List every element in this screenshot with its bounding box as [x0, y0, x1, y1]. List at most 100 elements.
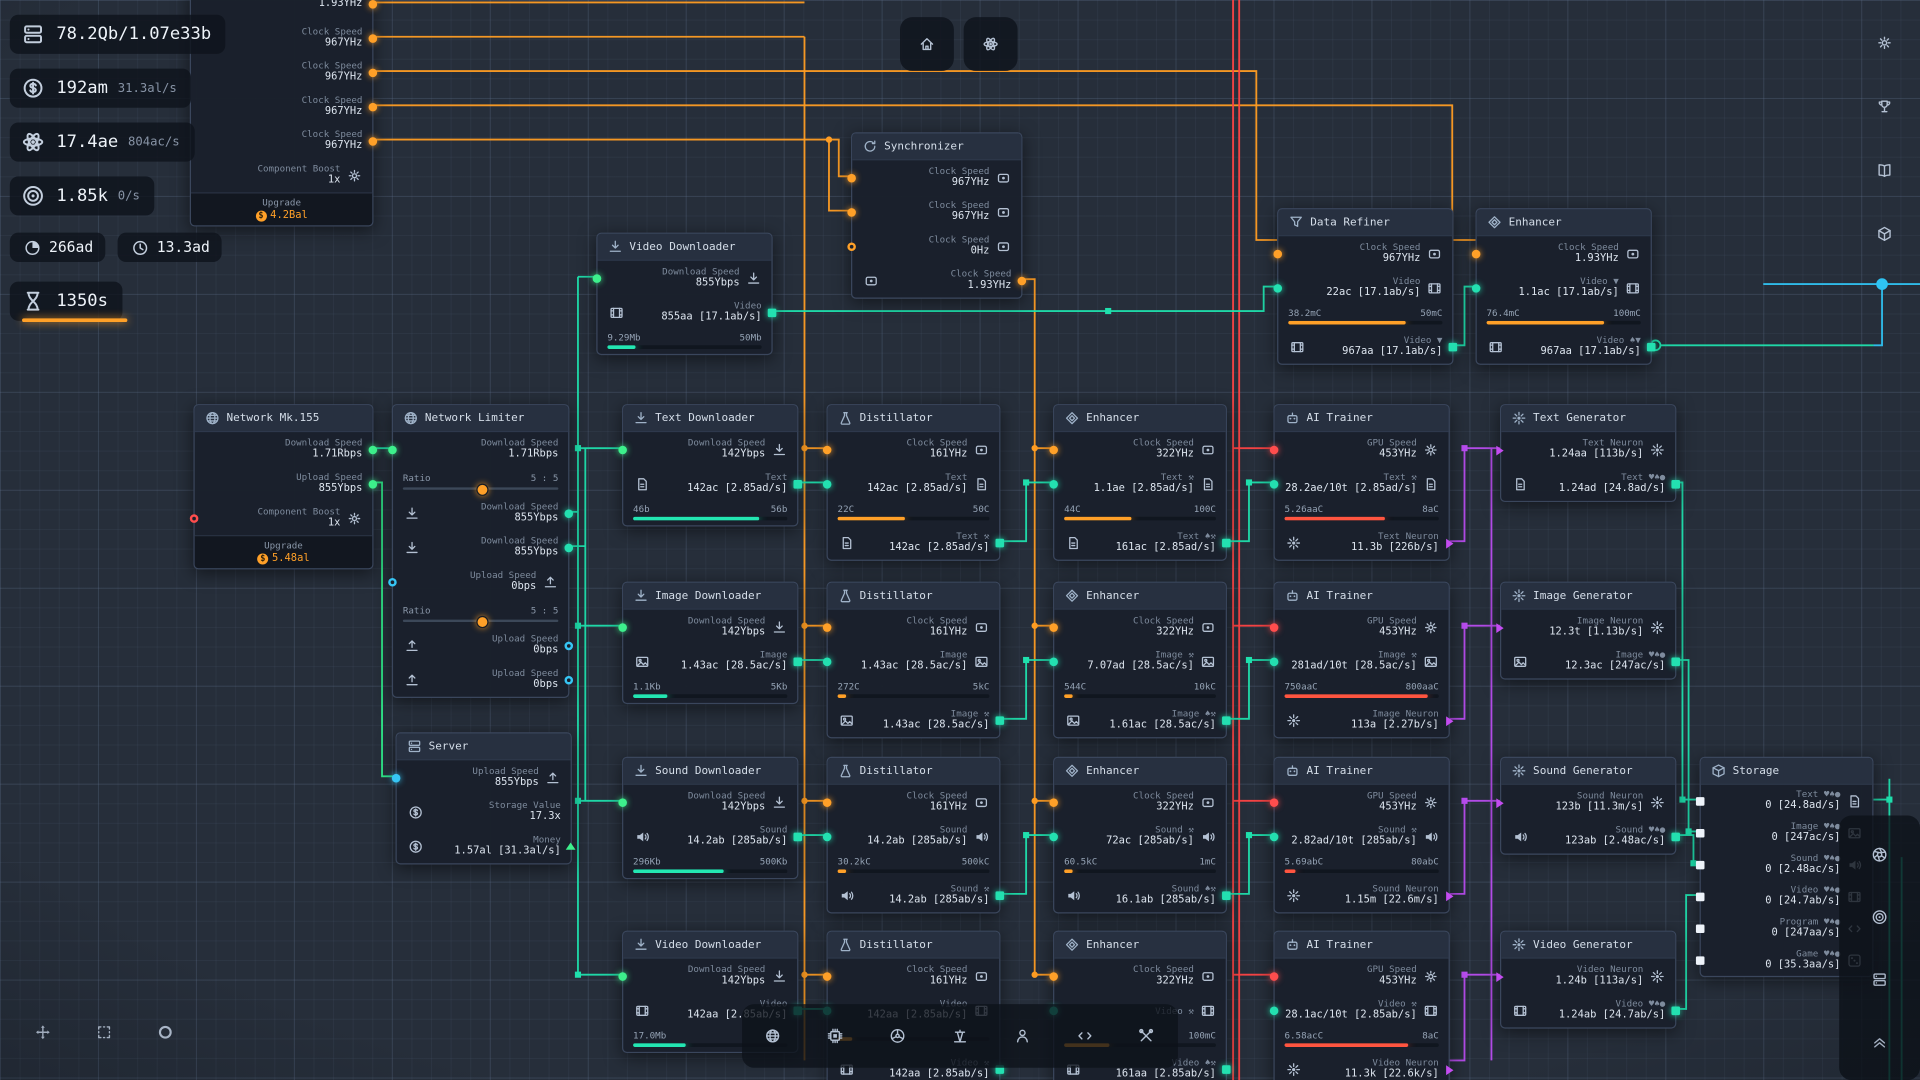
row-download-speed[interactable]: Download Speed1.71Rbps	[195, 432, 373, 466]
row-download-speed[interactable]: Download Speed855Ybps	[598, 261, 772, 295]
port-g[interactable]	[618, 623, 627, 632]
row-upload-speed[interactable]: Upload Speed0bps	[393, 662, 568, 696]
gear-icon[interactable]	[1422, 967, 1439, 984]
row-text[interactable]: Text ♥♠●1.24ad [24.8ad/s]	[1501, 467, 1675, 501]
port-t[interactable]	[1270, 1006, 1279, 1015]
node-enhancer[interactable]: EnhancerClock Speed322YHzText ⚒1.1ae [2.…	[1053, 404, 1227, 561]
row-image[interactable]: Image ⚒7.07ad [28.5ac/s]	[1054, 644, 1225, 678]
port-w[interactable]	[1696, 828, 1705, 837]
row-money[interactable]: Money1.57al [31.3al/s]	[397, 829, 571, 863]
port-o[interactable]	[1049, 445, 1058, 454]
button-icon[interactable]	[994, 169, 1011, 186]
port-t[interactable]	[564, 509, 573, 518]
row-clock-speed[interactable]: Clock Speed1.93YHz	[852, 263, 1021, 297]
port-r[interactable]	[1270, 623, 1279, 632]
port-o[interactable]	[369, 0, 378, 8]
port-tsq[interactable]	[1671, 657, 1680, 666]
port-ptri[interactable]	[1496, 623, 1503, 633]
port-ro[interactable]	[190, 514, 199, 523]
row-sound-neuron[interactable]: Sound Neuron123b [11.3m/s]	[1501, 785, 1675, 819]
port-tsq[interactable]	[1222, 716, 1231, 725]
row-download-speed[interactable]: Download Speed855Ybps	[393, 496, 568, 530]
row-sound[interactable]: Sound ⚒2.82ad/10t [285ab/s]	[1275, 819, 1449, 853]
port-o[interactable]	[1049, 798, 1058, 807]
row-text[interactable]: Text ⚒1.1ae [2.85ad/s]	[1054, 467, 1225, 501]
port-co[interactable]	[388, 577, 397, 586]
row-image[interactable]: Image1.43ac [28.5ac/s]	[623, 644, 797, 678]
port-tsq[interactable]	[1449, 342, 1458, 351]
node-enhancer[interactable]: EnhancerClock Speed322YHzSound ⚒72ac [28…	[1053, 757, 1227, 914]
port-t[interactable]	[1273, 283, 1282, 292]
row-text-neuron[interactable]: Text Neuron1.24aa [113b/s]	[1501, 432, 1675, 466]
row-video-neuron[interactable]: Video Neuron1.24b [113a/s]	[1501, 959, 1675, 993]
port-o[interactable]	[823, 445, 832, 454]
node-server[interactable]: ServerUpload Speed855YbpsStorage Value17…	[396, 732, 572, 864]
row-sound[interactable]: Sound14.2ab [285ab/s]	[828, 819, 999, 853]
port-tsq[interactable]	[996, 891, 1005, 900]
node-sound-generator[interactable]: Sound GeneratorSound Neuron123b [11.3m/s…	[1500, 757, 1676, 855]
badge-pie[interactable]: 266ad	[10, 233, 106, 262]
port-t[interactable]	[1049, 832, 1058, 841]
code-dock-button[interactable]	[1066, 1018, 1103, 1055]
button-icon[interactable]	[1425, 245, 1442, 262]
ratio-slider[interactable]: Ratio5 : 5	[393, 467, 568, 496]
button-icon[interactable]	[1199, 967, 1216, 984]
row-storage-value[interactable]: Storage Value17.3x	[397, 795, 571, 829]
port-t[interactable]	[1270, 657, 1279, 666]
port-g[interactable]	[369, 445, 378, 454]
port-g[interactable]	[593, 274, 602, 283]
row-video[interactable]: Video855aa [17.1ab/s]	[598, 295, 772, 329]
button-icon[interactable]	[972, 793, 989, 810]
port-tsq[interactable]	[793, 832, 802, 841]
port-g[interactable]	[388, 445, 397, 454]
marquee-tool-button[interactable]	[81, 1009, 128, 1056]
row-sound[interactable]: Sound ⚒72ac [285ab/s]	[1054, 819, 1225, 853]
port-o[interactable]	[847, 208, 856, 217]
ratio-slider[interactable]: Ratio5 : 5	[393, 599, 568, 628]
node-image-generator[interactable]: Image GeneratorImage Neuron12.3t [1.13b/…	[1500, 582, 1676, 680]
node-enhancer[interactable]: EnhancerClock Speed322YHzImage ⚒7.07ad […	[1053, 582, 1227, 739]
row-clock-speed[interactable]: Clock Speed1.93YHz	[1477, 236, 1651, 270]
node-ai-trainer[interactable]: AI TrainerGPU Speed453YHzSound ⚒2.82ad/1…	[1273, 757, 1449, 914]
pump-dock-button[interactable]	[942, 1018, 979, 1055]
node-data-refiner[interactable]: Data RefinerClock Speed967YHzVideo22ac […	[1277, 208, 1453, 365]
row-image-neuron[interactable]: Image Neuron12.3t [1.13b/s]	[1501, 610, 1675, 644]
port-ptri[interactable]	[1446, 1065, 1453, 1075]
row-text[interactable]: Text ⚒142ac [2.85ad/s]	[828, 525, 999, 559]
port-c[interactable]	[392, 773, 401, 782]
row-clock-speed[interactable]: Clock Speed967YHz	[191, 89, 372, 123]
gear-icon[interactable]	[1422, 441, 1439, 458]
port-tsq[interactable]	[793, 657, 802, 666]
port-ptri[interactable]	[1446, 538, 1453, 548]
port-r[interactable]	[1270, 798, 1279, 807]
node-distillator[interactable]: DistillatorClock Speed161YHzImage1.43ac …	[827, 582, 1001, 739]
chevrons-button[interactable]	[1861, 1023, 1898, 1060]
scientist-dock-button[interactable]	[1004, 1018, 1041, 1055]
row-clock-speed[interactable]: Clock Speed967YHz	[852, 160, 1021, 194]
row-clock-speed[interactable]: Clock Speed161YHz	[828, 610, 999, 644]
port-w[interactable]	[1696, 924, 1705, 933]
port-o[interactable]	[1273, 249, 1282, 258]
row-clock-speed[interactable]: Clock Speed0Hz	[852, 229, 1021, 263]
node-video-generator[interactable]: Video GeneratorVideo Neuron1.24b [113a/s…	[1500, 931, 1676, 1029]
resource-target[interactable]: 1.85k0/s	[10, 176, 155, 215]
factory-canvas[interactable]: 1.93YHzClock Speed967YHzClock Speed967YH…	[0, 0, 1920, 1080]
aperture-button[interactable]	[1861, 836, 1898, 873]
trophy-button[interactable]	[1866, 88, 1903, 125]
port-o[interactable]	[1472, 249, 1481, 258]
atom-button[interactable]	[964, 17, 1018, 71]
button-icon[interactable]	[1199, 793, 1216, 810]
button-icon[interactable]	[994, 238, 1011, 255]
row-clock-speed[interactable]: Clock Speed967YHz	[1278, 236, 1452, 270]
port-ptri[interactable]	[1446, 891, 1453, 901]
port-t[interactable]	[823, 832, 832, 841]
row-image[interactable]: Image ♥♠●12.3ac [247ac/s]	[1501, 644, 1675, 678]
port-tsq[interactable]	[1222, 891, 1231, 900]
port-t[interactable]	[823, 657, 832, 666]
port-o[interactable]	[369, 34, 378, 43]
row-upload-speed[interactable]: Upload Speed855Ybps	[397, 760, 571, 794]
row-upload-speed[interactable]: Upload Speed0bps	[393, 628, 568, 662]
node-sound-downloader[interactable]: Sound DownloaderDownload Speed142YbpsSou…	[622, 757, 798, 879]
row-clock-speed[interactable]: Clock Speed967YHz	[191, 55, 372, 89]
port-o[interactable]	[847, 173, 856, 182]
